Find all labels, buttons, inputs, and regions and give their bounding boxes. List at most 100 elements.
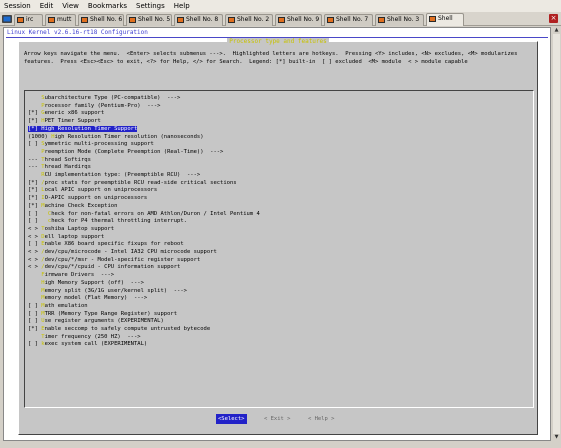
item-label: rocessor family (Pentium-Pro) ---> — [44, 102, 161, 109]
select-button[interactable]: <Select> — [216, 414, 247, 424]
tab-label: Shell No. 3 — [387, 16, 420, 23]
item-label: imer frequency (250 HZ) ---> — [44, 333, 141, 340]
tab-shell[interactable]: Shell — [426, 13, 464, 26]
item-state: < > — [28, 256, 42, 263]
menu-list[interactable]: Subarchitecture Type (PC-compatible) ---… — [24, 90, 534, 408]
item-label: heck for P4 thermal throttling interrupt… — [51, 218, 187, 225]
item-label: CU implementation type: (Preemptible RCU… — [44, 172, 201, 178]
terminal-icon — [327, 17, 334, 23]
item-state: [ ] — [28, 302, 42, 309]
item-label: ath emulation — [44, 302, 88, 309]
scroll-down-arrow-icon[interactable]: ▼ — [553, 434, 560, 441]
item-state: [ ] — [28, 218, 48, 225]
item-label: reemption Mode (Complete Preemption (Rea… — [44, 148, 224, 155]
item-state: [ ] — [28, 310, 42, 317]
item-state: [ ] — [28, 318, 42, 325]
tab-shell-no-6[interactable]: Shell No. 6 — [78, 14, 124, 26]
item-state — [28, 288, 41, 294]
item-state: [*] — [28, 125, 42, 132]
menu-bookmarks[interactable]: Bookmarks — [84, 2, 132, 10]
tab-shell-no-8[interactable]: Shell No. 8 — [174, 14, 223, 26]
dialog-title: Processor type and features — [227, 38, 329, 45]
item-label: se register arguments (EXPERIMENTAL) — [44, 318, 164, 325]
menu-session[interactable]: Session — [0, 2, 36, 10]
tab-label: Shell No. 9 — [287, 16, 320, 23]
item-label: igh Memory Support (off) ---> — [44, 279, 144, 286]
item-state: [*] — [28, 179, 42, 186]
tab-label: Shell No. 2 — [237, 16, 270, 23]
tab-irc[interactable]: irc — [14, 14, 43, 26]
new-tab-icon[interactable] — [2, 14, 12, 24]
menu-item[interactable]: [ ] kexec system call (EXPERIMENTAL) — [28, 340, 147, 348]
item-label: irmware Drivers ---> — [44, 272, 115, 279]
item-label: dev/cpu/*/cpuid - CPU information suppor… — [44, 264, 181, 271]
tab-mutt[interactable]: mutt — [45, 14, 76, 26]
terminal-icon — [81, 17, 88, 23]
terminal-icon — [278, 17, 285, 23]
close-tab-icon[interactable]: × — [549, 14, 558, 23]
menu-bar: Session Edit View Bookmarks Settings Help — [0, 0, 561, 12]
item-state: < > — [28, 233, 42, 240]
item-state — [28, 280, 41, 286]
item-state — [28, 95, 41, 101]
item-label: nable X86 board specific fixups for rebo… — [44, 241, 184, 248]
item-state: [*] — [28, 202, 42, 209]
menu-edit[interactable]: Edit — [36, 2, 59, 10]
tab-label: Shell — [438, 15, 453, 22]
help-button[interactable]: < Help > — [306, 414, 337, 424]
tab-shell-no-3[interactable]: Shell No. 3 — [375, 14, 424, 26]
item-label: eneric x86 support — [44, 110, 105, 117]
item-label: igh Resolution Timer Support — [44, 125, 138, 132]
item-label: hread Hardirqs — [44, 164, 91, 171]
exit-button[interactable]: < Exit > — [262, 414, 293, 424]
terminal-window[interactable]: Linux Kernel v2.6.16-rt18 Configuration … — [3, 27, 551, 441]
menu-view[interactable]: View — [58, 2, 84, 10]
tab-label: Shell No. 7 — [336, 16, 369, 23]
item-label: proc stats for preemptible RCU read-side… — [44, 179, 237, 186]
item-state — [28, 334, 41, 340]
terminal-icon — [228, 17, 235, 23]
tab-label: Shell No. 6 — [90, 16, 123, 23]
menu-settings[interactable]: Settings — [132, 2, 170, 10]
item-label: O-APIC support on uniprocessors — [44, 195, 148, 202]
terminal-icon — [429, 16, 436, 22]
tab-shell-no-7[interactable]: Shell No. 7 — [324, 14, 373, 26]
item-label: ubarchitecture Type (PC-compatible) ---> — [44, 95, 181, 101]
scroll-up-arrow-icon[interactable]: ▲ — [553, 27, 560, 34]
item-state: [*] — [28, 195, 42, 202]
menu-help[interactable]: Help — [170, 2, 195, 10]
item-label: ocal APIC support on uniprocessors — [44, 187, 158, 194]
item-label: dev/cpu/microcode - Intel IA32 CPU micro… — [44, 249, 217, 255]
item-label: TRR (Memory Type Range Register) support — [44, 310, 178, 317]
tab-label: Shell No. 5 — [138, 16, 171, 23]
item-state: --- — [28, 164, 42, 171]
terminal-icon — [177, 17, 184, 23]
item-label: hread Softirqs — [44, 156, 91, 163]
terminal-icon — [48, 17, 55, 23]
item-state — [28, 149, 41, 155]
item-state: [ ] — [28, 141, 42, 148]
item-label: heck for non-fatal errors on AMD Athlon/… — [51, 210, 260, 217]
scrollbar[interactable]: ▲ ▼ — [553, 27, 560, 441]
tab-label: Shell No. 8 — [186, 16, 219, 23]
item-state: [*] — [28, 326, 42, 332]
item-state: [*] — [28, 187, 42, 194]
terminal-icon — [17, 17, 24, 23]
item-label: achine Check Exception — [44, 202, 118, 209]
config-title: Linux Kernel v2.6.16-rt18 Configuration — [7, 29, 148, 36]
help-text: Arrow keys navigate the menu. <Enter> se… — [24, 51, 521, 65]
tab-shell-no-5[interactable]: Shell No. 5 — [126, 14, 172, 26]
item-label: oshiba Laptop support — [44, 225, 115, 232]
item-state: [ ] — [28, 241, 42, 248]
item-state: [ ] — [28, 210, 48, 217]
item-label: emory model (Flat Memory) ---> — [44, 295, 148, 302]
item-label: exec system call (EXPERIMENTAL) — [44, 341, 148, 348]
item-state: < > — [28, 249, 42, 255]
tab-label: irc — [26, 16, 34, 23]
tab-shell-no-9[interactable]: Shell No. 9 — [275, 14, 322, 26]
tab-shell-no-2[interactable]: Shell No. 2 — [225, 14, 273, 26]
scroll-track[interactable] — [553, 34, 560, 434]
button-row: <Select> < Exit > < Help > — [19, 414, 537, 424]
tab-label: mutt — [57, 16, 72, 23]
item-state: < > — [28, 264, 42, 271]
